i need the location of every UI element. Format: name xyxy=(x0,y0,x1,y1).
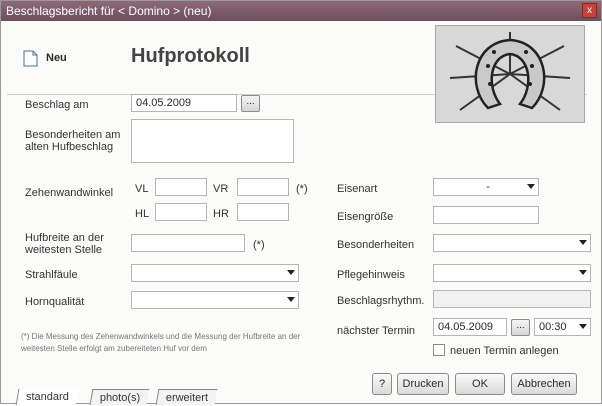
naechster-termin-input[interactable]: 04.05.2009 xyxy=(433,318,507,336)
pflegehinweis-label: Pflegehinweis xyxy=(337,269,405,281)
tab-standard[interactable]: standard xyxy=(15,389,79,405)
chevron-down-icon xyxy=(287,270,295,275)
naechster-termin-label: nächster Termin xyxy=(337,325,416,337)
ok-button[interactable]: OK xyxy=(455,373,505,395)
eisengroesse-label: Eisengröße xyxy=(337,211,394,223)
hr-label: HR xyxy=(213,208,229,220)
chevron-down-icon xyxy=(527,184,535,189)
tab-standard-label: standard xyxy=(26,391,69,403)
chevron-down-icon xyxy=(579,240,587,245)
new-label: Neu xyxy=(46,52,67,64)
neuer-termin-checkbox[interactable] xyxy=(433,344,445,356)
neuer-termin-label: neuen Termin anlegen xyxy=(450,345,559,357)
besonderheiten-label: Besonderheiten xyxy=(337,239,415,251)
new-button[interactable]: Neu xyxy=(23,47,67,69)
dialog-window: Beschlagsbericht für < Domino > (neu) x … xyxy=(0,0,602,405)
beschlagsrhythmus-label: Beschlagsrhythm. xyxy=(337,295,425,307)
eisenart-label: Eisenart xyxy=(337,183,378,195)
vr-input[interactable] xyxy=(237,178,289,196)
tab-photos[interactable]: photo(s) xyxy=(89,389,150,405)
termin-date-picker-button[interactable]: ... xyxy=(511,319,530,336)
strahlfaeule-label: Strahlfäule xyxy=(25,269,78,281)
new-document-icon xyxy=(23,50,38,67)
header: Neu Hufprotokoll xyxy=(7,25,587,123)
cancel-button[interactable]: Abbrechen xyxy=(511,373,577,395)
pflegehinweis-select[interactable] xyxy=(433,264,591,282)
hl-label: HL xyxy=(135,208,150,220)
termin-time-value: 00:30 xyxy=(539,321,567,333)
beschlagsrhythmus-input[interactable] xyxy=(433,290,591,308)
strahlfaeule-select[interactable] xyxy=(131,264,299,282)
horseshoe-icon xyxy=(435,25,585,123)
help-button[interactable]: ? xyxy=(372,373,392,395)
beschlag-am-input[interactable]: 04.05.2009 xyxy=(131,94,237,112)
hufbreite-label: Hufbreite an der weitesten Stelle xyxy=(25,232,104,256)
vl-input[interactable] xyxy=(155,178,207,196)
eisengroesse-input[interactable] xyxy=(433,206,539,224)
eisenart-select[interactable]: - xyxy=(433,178,539,196)
hufbreite-star-marker: (*) xyxy=(253,239,265,251)
besonderheiten-alt-input[interactable] xyxy=(131,119,294,163)
winkel-star-marker: (*) xyxy=(296,183,308,195)
beschlag-am-label: Beschlag am xyxy=(25,99,89,111)
hr-input[interactable] xyxy=(237,203,289,221)
print-button[interactable]: Drucken xyxy=(397,373,449,395)
close-button[interactable]: x xyxy=(582,3,597,18)
hufbreite-input[interactable] xyxy=(131,234,245,252)
tab-erweitert[interactable]: erweitert xyxy=(155,389,218,405)
measurement-note: (*) Die Messung des Zehenwandwinkels und… xyxy=(21,332,301,353)
title-bar: Beschlagsbericht für < Domino > (neu) x xyxy=(1,1,601,21)
hl-input[interactable] xyxy=(155,203,207,221)
zehenwandwinkel-label: Zehenwandwinkel xyxy=(25,187,114,199)
hornqualitaet-label: Hornqualität xyxy=(25,296,85,308)
chevron-down-icon xyxy=(579,270,587,275)
eisenart-value: - xyxy=(486,181,490,193)
chevron-down-icon xyxy=(287,297,295,302)
chevron-down-icon xyxy=(579,324,587,329)
vl-label: VL xyxy=(135,183,149,195)
page-title: Hufprotokoll xyxy=(131,45,250,67)
beschlag-date-picker-button[interactable]: ... xyxy=(241,95,260,112)
hornqualitaet-select[interactable] xyxy=(131,291,299,309)
besonderheiten-select[interactable] xyxy=(433,234,591,252)
window-title: Beschlagsbericht für < Domino > (neu) xyxy=(6,4,212,18)
besonderheiten-alt-label: Besonderheiten am alten Hufbeschlag xyxy=(25,129,121,153)
termin-time-select[interactable]: 00:30 xyxy=(534,318,591,336)
vr-label: VR xyxy=(213,183,229,195)
